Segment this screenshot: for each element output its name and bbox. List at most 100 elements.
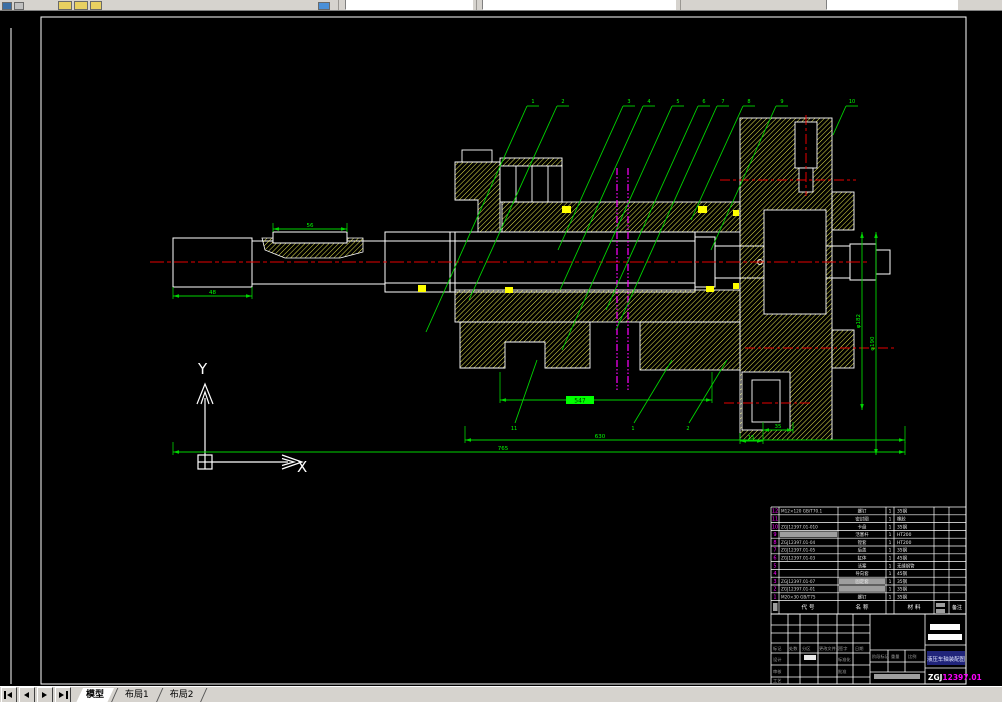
keyway (262, 232, 363, 258)
part-code: ZGJ12397.01-03 (781, 556, 816, 561)
selected-cell (839, 586, 885, 592)
part-qty: 1 (889, 509, 892, 515)
balloon-number: 2 (686, 426, 689, 432)
part-qty: 1 (889, 563, 892, 569)
tab-first-button[interactable] (1, 687, 17, 702)
part-name: 活塞 (858, 562, 867, 569)
toolbar-icon-fragment[interactable] (318, 2, 330, 10)
header-material: 材 料 (908, 603, 921, 611)
svg-text:工艺: 工艺 (773, 678, 781, 683)
part-material: HT200 (897, 532, 912, 538)
part-code: M12×120 GB/T70.1 (781, 509, 823, 514)
svg-text:签字: 签字 (839, 645, 847, 651)
header-cell-block (936, 609, 945, 613)
balloon-number: 6 (702, 99, 705, 105)
layout-tab-bar: 模型 布局1 布局2 (0, 686, 1002, 702)
svg-text:处数: 处数 (789, 645, 798, 652)
part-name: 密封圈 (855, 516, 869, 523)
tab-next-button[interactable] (37, 687, 53, 702)
part-material: 45钢 (897, 555, 908, 562)
part-seq: 12 (772, 509, 778, 515)
tab-layout2[interactable]: 布局2 (160, 688, 204, 702)
part-name: 螺钉 (858, 508, 867, 515)
part-name: 卡盘 (858, 523, 867, 530)
part-material: 35钢 (897, 594, 908, 601)
ucs-icon: Y X (197, 360, 307, 476)
toolbar-icon-fragment[interactable] (74, 1, 88, 10)
svg-text:分区: 分区 (802, 645, 810, 652)
part-material: 35钢 (897, 586, 908, 593)
part-material: 无缝钢管 (897, 562, 915, 569)
part-material: 35钢 (897, 547, 908, 554)
tab-last-button[interactable] (55, 687, 71, 702)
toolbar-field[interactable] (482, 0, 676, 10)
balloon-number: 1 (531, 99, 534, 105)
toolbar-field[interactable] (345, 0, 473, 10)
part-material: 橡胶 (897, 516, 906, 523)
toolbar-icon-fragment[interactable] (90, 1, 102, 10)
tab-layout1[interactable]: 布局1 (115, 688, 159, 702)
svg-text:日期: 日期 (855, 646, 863, 652)
header-remark: 备注 (952, 604, 962, 611)
part-qty: 1 (889, 556, 892, 562)
part-code: ZGJ12397.01-04 (781, 540, 816, 545)
housing (455, 150, 740, 370)
part-seq: 4 (773, 571, 776, 577)
dim-label: φ190 (870, 336, 876, 351)
svg-text:阶段标记: 阶段标记 (872, 653, 890, 660)
toolbar-icon-fragment[interactable] (58, 1, 72, 10)
part-qty: 1 (889, 540, 892, 546)
part-qty: 1 (889, 595, 892, 601)
drawing-title: 液压车轴装配图 (927, 655, 965, 663)
balloon-number: 1 (631, 426, 634, 432)
layer-combobox[interactable] (826, 0, 958, 10)
tab-prev-button[interactable] (19, 687, 35, 702)
toolbar-separator (476, 0, 477, 10)
selected-cell (780, 531, 837, 537)
ucs-x-label: X (297, 458, 307, 476)
dim-label: 765 (498, 446, 509, 452)
part-material: 35钢 (897, 578, 908, 585)
svg-text:更改文件号: 更改文件号 (819, 645, 840, 652)
balloon-number: 9 (780, 99, 783, 105)
balloon-number: 3 (627, 99, 630, 105)
header-code: 代 号 (802, 603, 815, 611)
svg-text:批准: 批准 (838, 668, 846, 675)
svg-text:标准化: 标准化 (838, 656, 851, 663)
part-name: 缸体 (858, 555, 867, 562)
part-name: 活塞杆 (855, 531, 869, 538)
assembly-drawing (150, 115, 895, 440)
part-seq: 11 (772, 517, 778, 523)
tab-model[interactable]: 模型 (76, 688, 114, 702)
part-seq: 3 (773, 579, 776, 585)
part-name: 镗套 (858, 539, 867, 546)
part-material: 35钢 (897, 523, 908, 530)
part-name: 后盖 (858, 547, 867, 554)
balloon-number: 5 (676, 99, 679, 105)
balloon-number: 4 (647, 99, 650, 105)
part-qty: 1 (889, 517, 892, 523)
svg-text:设计: 设计 (773, 656, 781, 663)
dim-label: 48 (209, 290, 216, 296)
balloon-number: 8 (747, 99, 750, 105)
ucs-y-label: Y (197, 360, 208, 378)
svg-text:重量: 重量 (891, 653, 899, 660)
part-code: ZGJ12397.01-010 (781, 524, 818, 529)
dim-label: 630 (595, 434, 606, 440)
part-seq: 8 (773, 540, 776, 546)
part-seq: 7 (773, 548, 776, 554)
part-code: M20×30 GB/T75 (781, 595, 816, 600)
toolbar-icon-fragment[interactable] (14, 2, 24, 10)
part-seq: 2 (773, 587, 776, 593)
part-seq: 10 (772, 524, 778, 530)
part-qty: 1 (889, 587, 892, 593)
part-seq: 5 (773, 563, 776, 569)
toolbar-icon-fragment[interactable] (2, 2, 12, 10)
toolbar-separator (338, 0, 339, 10)
balloon-number: 7 (721, 99, 724, 105)
drawing-canvas[interactable]: Y X 123456789101112 48565476307651535φ18… (0, 10, 1002, 686)
header-cell-block (936, 603, 945, 607)
autocad-window: { "toolbar": { "combo_value": "" }, "tab… (0, 0, 1002, 702)
svg-text:审核: 审核 (773, 668, 782, 675)
header-cell-block (773, 603, 778, 611)
